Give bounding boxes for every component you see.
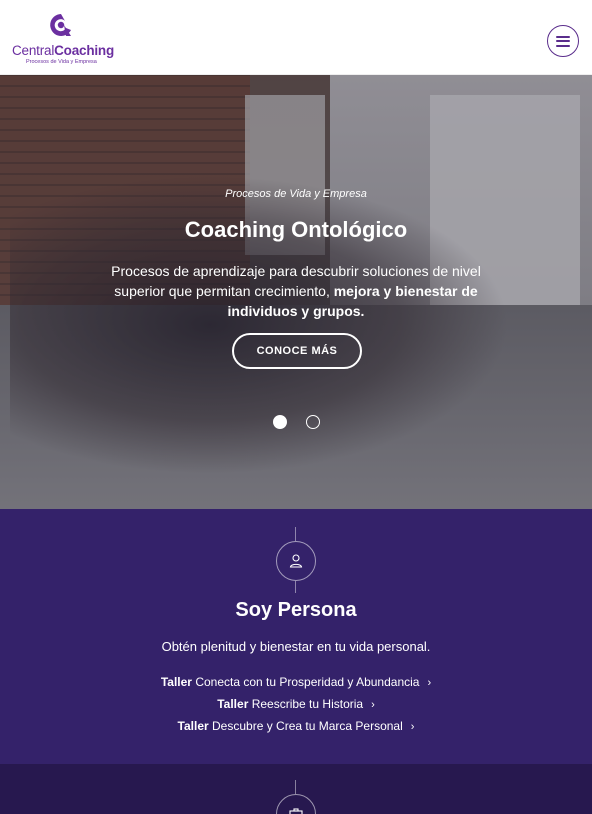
empresa-section <box>0 764 592 814</box>
slider-dot-2[interactable] <box>306 415 320 429</box>
divider-line-top <box>295 780 296 794</box>
logo[interactable]: CentralCoaching Procesos de Vida y Empre… <box>12 12 115 68</box>
logo-tagline: Procesos de Vida y Empresa <box>26 59 97 65</box>
persona-description: Obtén plenitud y bienestar en tu vida pe… <box>161 639 431 654</box>
hero-slider: Procesos de Vida y Empresa Coaching Onto… <box>0 75 592 509</box>
divider-line-top <box>295 527 296 541</box>
talleres-list: Taller Conecta con tu Prosperidad y Abun… <box>0 675 592 741</box>
site-header: CentralCoaching Procesos de Vida y Empre… <box>0 0 592 75</box>
logo-wordmark: CentralCoaching <box>12 43 115 58</box>
conoce-mas-button[interactable]: CONOCE MÁS <box>232 333 362 369</box>
slider-dot-1[interactable] <box>273 415 287 429</box>
taller-link-historia[interactable]: Taller Reescribe tu Historia › <box>0 697 592 719</box>
hero-title: Coaching Ontológico <box>184 217 408 242</box>
chevron-right-icon: › <box>427 677 432 689</box>
logo-mark-icon <box>50 14 71 36</box>
menu-button[interactable] <box>547 25 579 57</box>
person-icon <box>276 541 316 581</box>
hero-kicker: Procesos de Vida y Empresa <box>225 188 367 200</box>
briefcase-icon <box>276 794 316 814</box>
hamburger-menu-icon <box>556 35 570 47</box>
taller-link-prosperidad[interactable]: Taller Conecta con tu Prosperidad y Abun… <box>0 675 592 697</box>
divider-line-bottom <box>295 581 296 593</box>
hero-description: Procesos de aprendizaje para descubrir s… <box>111 263 481 319</box>
persona-section: Soy Persona Obtén plenitud y bienestar e… <box>0 509 592 764</box>
chevron-right-icon: › <box>371 699 375 711</box>
persona-title: Soy Persona <box>235 599 357 621</box>
chevron-right-icon: › <box>410 721 415 733</box>
taller-link-marca-personal[interactable]: Taller Descubre y Crea tu Marca Personal… <box>0 719 592 741</box>
